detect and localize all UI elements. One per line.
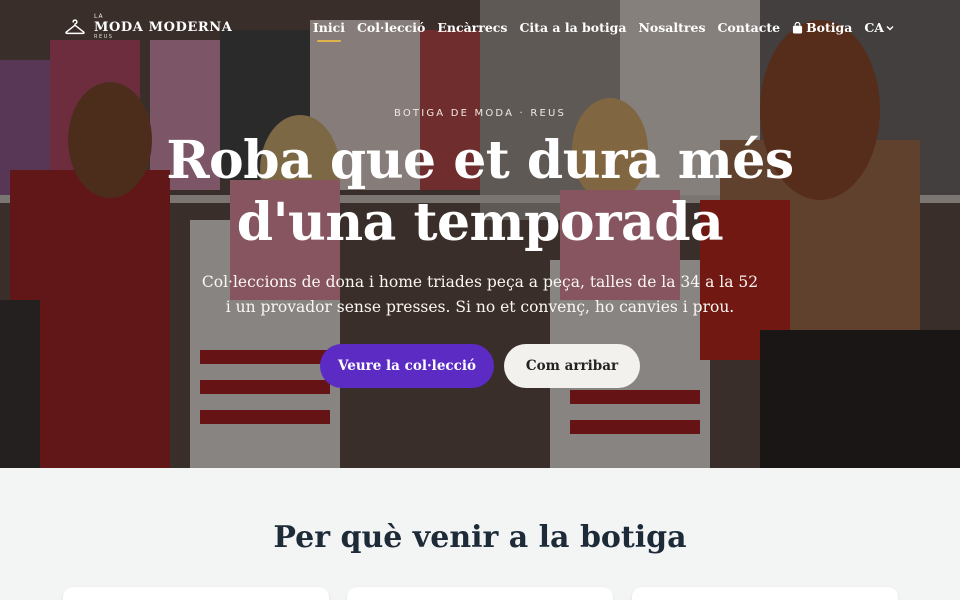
- brand-city: REUS: [94, 34, 114, 40]
- nav-item-encarrecs[interactable]: Encàrrecs: [437, 20, 507, 35]
- nav-item-cita[interactable]: Cita a la botiga: [519, 20, 626, 35]
- nav-botiga-label: Botiga: [806, 20, 853, 35]
- nav-item-contacte[interactable]: Contacte: [717, 20, 780, 35]
- hero-subtitle: Col·leccions de dona i home triades peça…: [201, 273, 759, 316]
- brand-logo[interactable]: LA MODA MODERNA REUS: [64, 14, 232, 40]
- nav-item-nosaltres[interactable]: Nosaltres: [638, 20, 705, 35]
- feature-card: [347, 587, 613, 600]
- language-label: CA: [864, 20, 884, 35]
- feature-card: [632, 587, 898, 600]
- section-title-why: Per què venir a la botiga: [273, 520, 687, 555]
- nav-item-inici[interactable]: Inici: [313, 20, 345, 42]
- main-nav: Inici Col·lecció Encàrrecs Cita a la bot…: [313, 20, 894, 42]
- brand-name: MODA MODERNA: [94, 20, 233, 35]
- view-collection-button[interactable]: Veure la col·lecció: [320, 344, 494, 388]
- directions-button[interactable]: Com arribar: [504, 344, 640, 388]
- feature-card: [63, 587, 329, 600]
- hero-eyebrow: BOTIGA DE MODA · REUS: [393, 108, 567, 119]
- brand-small-text: LA: [94, 13, 104, 20]
- shopping-bag-icon: [792, 21, 803, 33]
- brand-wordmark: LA MODA MODERNA REUS: [94, 14, 232, 40]
- nav-item-botiga[interactable]: Botiga: [792, 20, 852, 35]
- nav-item-colleccio[interactable]: Col·lecció: [357, 20, 425, 35]
- chevron-down-icon: [886, 25, 894, 30]
- language-selector[interactable]: CA: [864, 20, 894, 35]
- hero-title: Roba que et dura més d'una temporada: [166, 130, 794, 253]
- hanger-icon: [65, 19, 85, 35]
